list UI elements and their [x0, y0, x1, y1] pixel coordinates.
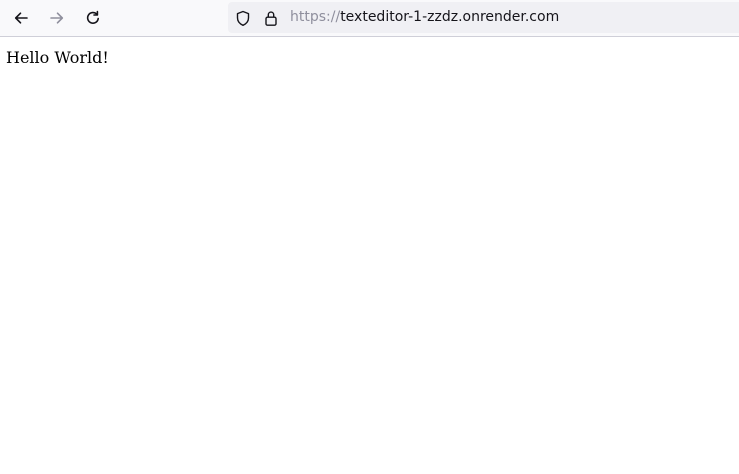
forward-button[interactable]: [44, 5, 70, 31]
reload-button[interactable]: [80, 5, 106, 31]
lock-icon: [265, 10, 277, 26]
tracking-protection-button[interactable]: [234, 9, 252, 27]
url-host: texteditor-1-zzdz.onrender.com: [340, 9, 560, 25]
browser-toolbar: https://texteditor-1-zzdz.onrender.com: [0, 0, 739, 37]
back-arrow-icon: [14, 12, 28, 24]
forward-arrow-icon: [50, 12, 64, 24]
url-scheme: https://: [290, 9, 341, 25]
reload-icon: [86, 10, 99, 24]
body-text: Hello World!: [6, 48, 109, 67]
page-content: Hello World!: [0, 38, 739, 474]
site-security-button[interactable]: [262, 9, 280, 27]
address-bar[interactable]: https://texteditor-1-zzdz.onrender.com: [228, 2, 739, 33]
back-button[interactable]: [8, 5, 34, 31]
url-text[interactable]: https://texteditor-1-zzdz.onrender.com: [290, 8, 559, 27]
shield-icon: [236, 10, 250, 26]
